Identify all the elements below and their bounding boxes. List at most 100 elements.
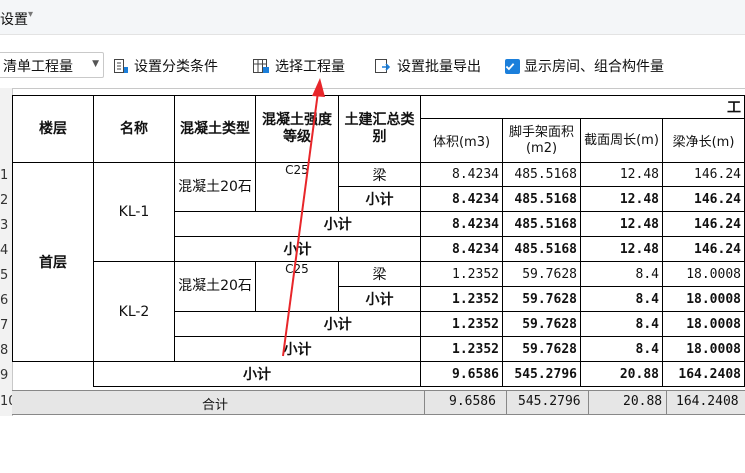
net-length-cell: 146.24 xyxy=(662,162,745,187)
volume-cell: 8.4234 xyxy=(420,211,503,237)
row-number: 8 xyxy=(0,343,9,358)
scaffold-cell: 485.5168 xyxy=(502,236,581,262)
row-number: 9 xyxy=(0,368,9,383)
scaffold-cell: 485.5168 xyxy=(502,162,581,187)
show-rooms-label: 显示房间、组合构件量 xyxy=(524,59,664,75)
perimeter-cell: 8.4 xyxy=(580,336,663,362)
grid-top-border xyxy=(12,88,745,89)
header-concrete-type: 混凝土类型 xyxy=(174,95,256,163)
quantity-report-table: 楼层 名称 混凝土类型 混凝土强度等级 土建汇总类别 工 体积(m3) 脚手架面… xyxy=(12,95,745,387)
strength-cell: C25 xyxy=(255,261,339,312)
scaffold-cell: 545.2796 xyxy=(502,361,581,387)
total-label: 合计 xyxy=(202,398,229,413)
select-quantity-label: 选择工程量 xyxy=(275,59,345,75)
concrete-type-cell: 混凝土20石 xyxy=(174,261,256,312)
total-net-length: 164.2408 xyxy=(676,394,739,409)
select-value: 清单工程量 xyxy=(3,59,73,75)
total-volume: 9.6586 xyxy=(449,394,496,409)
row-number: 5 xyxy=(0,268,9,283)
component-name-cell: KL-2 xyxy=(93,261,175,362)
header-volume: 体积(m3) xyxy=(420,118,503,163)
volume-cell: 1.2352 xyxy=(420,336,503,362)
select-quantity-button[interactable]: 选择工程量 xyxy=(252,56,345,76)
summary-type-cell: 梁 xyxy=(338,261,421,287)
perimeter-cell: 8.4 xyxy=(580,311,663,337)
net-length-cell: 18.0008 xyxy=(662,311,745,337)
row-number: 6 xyxy=(0,293,9,308)
classify-icon xyxy=(114,59,128,73)
header-perimeter: 截面周长(m) xyxy=(580,118,663,163)
perimeter-cell: 12.48 xyxy=(580,236,663,262)
summary-type-cell: 梁 xyxy=(338,162,421,187)
volume-cell: 9.6586 xyxy=(420,361,503,387)
report-grid: 1 2 3 4 5 6 7 8 9 10 楼层 名称 混凝土类型 混凝土强度等级… xyxy=(0,88,745,418)
row-number: 2 xyxy=(0,193,9,208)
batch-export-button[interactable]: 设置批量导出 xyxy=(374,56,481,76)
toolbar: 清单工程量 ▼ 设置分类条件 选择工程量 设置批量导出 显示房间、组合构件量 xyxy=(0,44,745,84)
batch-export-label: 设置批量导出 xyxy=(397,59,481,75)
volume-cell: 8.4234 xyxy=(420,186,503,212)
scaffold-cell: 59.7628 xyxy=(502,336,581,362)
scaffold-cell: 485.5168 xyxy=(502,186,581,212)
header-floor: 楼层 xyxy=(12,95,94,163)
top-bar: 设置 ▾ xyxy=(0,0,745,35)
scaffold-cell: 485.5168 xyxy=(502,211,581,237)
checkbox-checked-icon xyxy=(505,58,520,74)
volume-cell: 8.4234 xyxy=(420,236,503,262)
subtotal-label: 小计 xyxy=(338,286,421,312)
header-strength: 混凝土强度等级 xyxy=(255,95,339,163)
net-length-cell: 18.0008 xyxy=(662,286,745,312)
total-row: 合计 9.6586 545.2796 20.88 164.2408 xyxy=(12,390,745,415)
volume-cell: 1.2352 xyxy=(420,311,503,337)
chevron-down-icon[interactable]: ▾ xyxy=(28,9,33,20)
row-number: 3 xyxy=(0,218,9,233)
perimeter-cell: 12.48 xyxy=(580,186,663,212)
header-name: 名称 xyxy=(93,95,175,163)
volume-cell: 1.2352 xyxy=(420,261,503,287)
row-number: 7 xyxy=(0,318,9,333)
scaffold-cell: 59.7628 xyxy=(502,311,581,337)
volume-cell: 8.4234 xyxy=(420,162,503,187)
net-length-cell: 146.24 xyxy=(662,186,745,212)
scaffold-cell: 59.7628 xyxy=(502,261,581,287)
settings-title[interactable]: 设置 xyxy=(0,9,28,29)
chevron-down-icon: ▼ xyxy=(92,59,99,69)
row-number: 10 xyxy=(0,394,17,409)
concrete-type-cell: 混凝土20石 xyxy=(174,162,256,212)
show-rooms-checkbox[interactable]: 显示房间、组合构件量 xyxy=(505,56,664,76)
floor-subtotal-label: 小计 xyxy=(93,361,421,387)
quantity-type-select[interactable]: 清单工程量 ▼ xyxy=(0,52,104,78)
header-summary-type: 土建汇总类别 xyxy=(338,95,421,163)
volume-cell: 1.2352 xyxy=(420,286,503,312)
net-length-cell: 146.24 xyxy=(662,236,745,262)
export-icon xyxy=(375,59,391,73)
classify-conditions-button[interactable]: 设置分类条件 xyxy=(113,56,218,76)
subtotal-label: 小计 xyxy=(174,336,421,362)
net-length-cell: 18.0008 xyxy=(662,336,745,362)
classify-label: 设置分类条件 xyxy=(134,59,218,75)
perimeter-cell: 20.88 xyxy=(580,361,663,387)
floor-cell: 首层 xyxy=(12,162,94,362)
subtotal-label: 小计 xyxy=(338,186,421,212)
strength-cell: C25 xyxy=(255,162,339,212)
perimeter-cell: 8.4 xyxy=(580,261,663,287)
component-name-cell: KL-1 xyxy=(93,162,175,262)
perimeter-cell: 8.4 xyxy=(580,286,663,312)
perimeter-cell: 12.48 xyxy=(580,162,663,187)
perimeter-cell: 12.48 xyxy=(580,211,663,237)
header-net-length: 梁净长(m) xyxy=(662,118,745,163)
subtotal-label: 小计 xyxy=(255,311,421,337)
net-length-cell: 18.0008 xyxy=(662,261,745,287)
scaffold-cell: 59.7628 xyxy=(502,286,581,312)
header-top-right: 工 xyxy=(420,95,745,119)
row-number: 4 xyxy=(0,243,9,258)
total-scaffold: 545.2796 xyxy=(518,394,581,409)
net-length-cell: 164.2408 xyxy=(662,361,745,387)
grid-select-icon xyxy=(253,59,269,73)
subtotal-label: 小计 xyxy=(174,236,421,262)
net-length-cell: 146.24 xyxy=(662,211,745,237)
header-scaffold-area: 脚手架面积(m2) xyxy=(502,118,581,163)
row-number: 1 xyxy=(0,168,9,183)
total-perimeter: 20.88 xyxy=(623,394,663,409)
subtotal-label: 小计 xyxy=(255,211,421,237)
